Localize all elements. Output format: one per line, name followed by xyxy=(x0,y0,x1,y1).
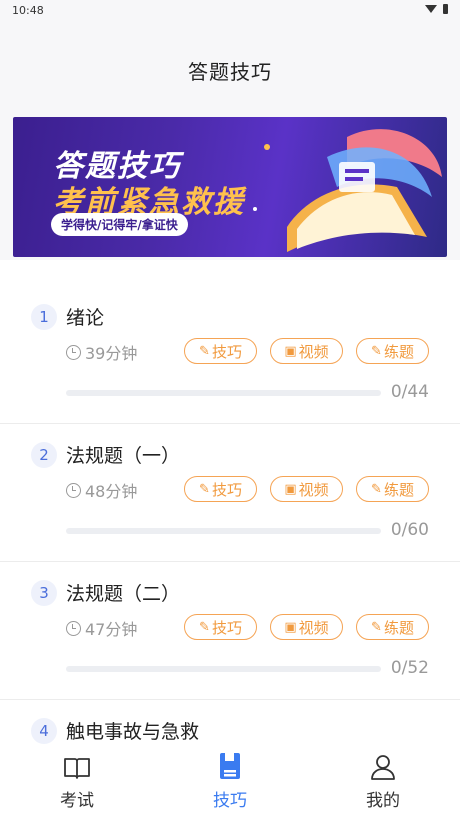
item-title: 触电事故与急救 xyxy=(66,721,200,743)
pencil-icon: ✎ xyxy=(199,481,210,497)
duration-text: 39分钟 xyxy=(85,344,138,363)
duration-text: 47分钟 xyxy=(85,620,138,639)
video-button[interactable]: ▣ 视频 xyxy=(270,614,343,640)
progress-bar xyxy=(66,666,381,672)
item-duration: 39分钟 xyxy=(66,340,137,364)
practice-label: 练题 xyxy=(383,480,414,499)
pencil-icon: ✎ xyxy=(371,343,382,359)
video-label: 视频 xyxy=(298,480,329,499)
item-title: 法规题（一） xyxy=(66,445,181,467)
progress-bar xyxy=(66,528,381,534)
course-list: 1 绪论 39分钟 ✎ 技巧 ▣ 视频 ✎ 练题 0/44 2 法规题（一） 48分钟… xyxy=(0,286,460,819)
item-duration: 48分钟 xyxy=(66,478,137,502)
tab-label: 考试 xyxy=(60,791,94,811)
skill-button[interactable]: ✎ 技巧 xyxy=(184,614,257,640)
tab-mine[interactable]: 我的 xyxy=(333,748,433,819)
wifi-icon xyxy=(425,5,437,13)
clock-icon xyxy=(66,344,81,360)
battery-icon xyxy=(443,4,448,14)
banner-area: 答题技巧 考前紧急救援 学得快/记得牢/拿证快 xyxy=(0,102,460,260)
item-number: 2 xyxy=(31,442,57,468)
item-duration: 47分钟 xyxy=(66,616,137,640)
skill-label: 技巧 xyxy=(211,342,242,361)
video-button[interactable]: ▣ 视频 xyxy=(270,476,343,502)
item-number: 3 xyxy=(31,580,57,606)
book-open-icon xyxy=(27,748,127,780)
clock-icon xyxy=(66,620,81,636)
item-number: 1 xyxy=(31,304,57,330)
practice-label: 练题 xyxy=(383,342,414,361)
promo-banner[interactable]: 答题技巧 考前紧急救援 学得快/记得牢/拿证快 xyxy=(13,117,447,257)
video-label: 视频 xyxy=(298,342,329,361)
progress-text: 0/44 xyxy=(390,382,429,402)
progress-text: 0/52 xyxy=(390,658,429,678)
status-time: 10:48 xyxy=(12,4,44,17)
pencil-icon: ✎ xyxy=(199,619,210,635)
tab-label: 技巧 xyxy=(213,791,247,811)
page-title: 答题技巧 xyxy=(188,60,272,84)
page-header: 答题技巧 xyxy=(0,22,460,102)
bottom-tab-bar: 考试 技巧 我的 xyxy=(0,748,460,819)
video-button[interactable]: ▣ 视频 xyxy=(270,338,343,364)
duration-text: 48分钟 xyxy=(85,482,138,501)
list-item[interactable]: 3 法规题（二） 47分钟 ✎ 技巧 ▣ 视频 ✎ 练题 0/52 xyxy=(0,562,460,700)
skill-label: 技巧 xyxy=(211,480,242,499)
pencil-icon: ✎ xyxy=(371,619,382,635)
pencil-icon: ✎ xyxy=(199,343,210,359)
practice-label: 练题 xyxy=(383,618,414,637)
item-title: 法规题（二） xyxy=(66,583,181,605)
item-title: 绪论 xyxy=(66,307,105,329)
video-label: 视频 xyxy=(298,618,329,637)
list-item[interactable]: 2 法规题（一） 48分钟 ✎ 技巧 ▣ 视频 ✎ 练题 0/60 xyxy=(0,424,460,562)
skill-button[interactable]: ✎ 技巧 xyxy=(184,476,257,502)
user-icon xyxy=(333,748,433,780)
list-item[interactable]: 1 绪论 39分钟 ✎ 技巧 ▣ 视频 ✎ 练题 0/44 xyxy=(0,286,460,424)
banner-illustration xyxy=(253,129,442,252)
status-bar: 10:48 xyxy=(0,0,460,22)
skill-button[interactable]: ✎ 技巧 xyxy=(184,338,257,364)
tab-skills[interactable]: 技巧 xyxy=(180,748,280,819)
notebook-icon xyxy=(180,748,280,780)
progress-text: 0/60 xyxy=(390,520,429,540)
tab-label: 我的 xyxy=(366,791,400,811)
progress-bar xyxy=(66,390,381,396)
status-icons xyxy=(425,4,448,14)
practice-button[interactable]: ✎ 练题 xyxy=(356,338,429,364)
banner-pill: 学得快/记得牢/拿证快 xyxy=(51,213,188,236)
practice-button[interactable]: ✎ 练题 xyxy=(356,476,429,502)
bookmark-icon: ▣ xyxy=(284,481,297,497)
bookmark-icon: ▣ xyxy=(284,343,297,359)
item-number: 4 xyxy=(31,718,57,744)
pencil-icon: ✎ xyxy=(371,481,382,497)
bookmark-icon: ▣ xyxy=(284,619,297,635)
practice-button[interactable]: ✎ 练题 xyxy=(356,614,429,640)
skill-label: 技巧 xyxy=(211,618,242,637)
tab-exam[interactable]: 考试 xyxy=(27,748,127,819)
clock-icon xyxy=(66,482,81,498)
